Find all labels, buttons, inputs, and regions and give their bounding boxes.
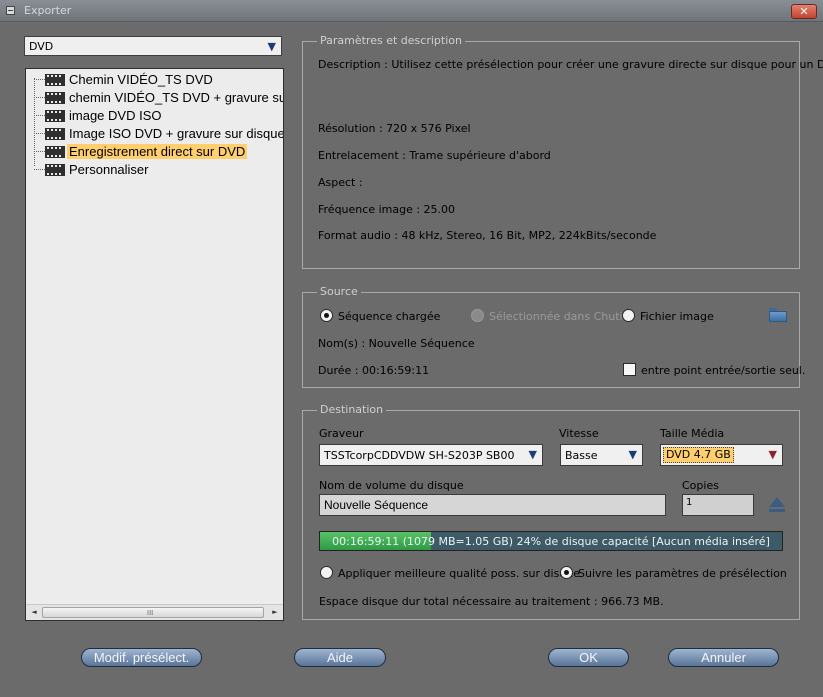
grip-icon: III (147, 609, 154, 617)
resolution-text: Résolution : 720 x 576 Pixel (318, 122, 471, 135)
in-out-only-label: entre point entrée/sortie seul. (641, 364, 806, 377)
radio-selected-in-bin[interactable] (471, 309, 484, 322)
chevron-down-icon: ▼ (768, 448, 777, 461)
film-strip-icon (45, 128, 65, 140)
progress-text: 00:16:59:11 (1079 MB=1.05 GB) 24% de dis… (332, 535, 770, 548)
help-button[interactable]: Aide (294, 648, 386, 667)
volume-name-input[interactable]: Nouvelle Séquence (319, 494, 666, 516)
radio-selected-in-bin-label: Sélectionnée dans Chutier (489, 310, 634, 323)
tree-item-label: Image ISO DVD + gravure sur disque (69, 126, 284, 141)
destination-legend: Destination (317, 403, 387, 416)
chevron-down-icon: ▼ (628, 448, 637, 461)
source-names-text: Nom(s) : Nouvelle Séquence (318, 337, 475, 350)
burner-value: TSSTcorpCDDVDW SH-S203P SB00 (324, 449, 515, 462)
copies-input[interactable]: 1 (682, 494, 754, 516)
tree-connector (34, 133, 45, 134)
source-group: Source Séquence chargée Sélectionnée dan… (302, 285, 805, 388)
title-bar: Exporter ✕ (0, 0, 823, 22)
preset-tree: Chemin VIDÉO_TS DVD chemin VIDÉO_TS DVD … (25, 68, 284, 621)
aspect-text: Aspect : (318, 176, 363, 189)
radio-best-quality-label: Appliquer meilleure qualité poss. sur di… (338, 567, 581, 580)
modify-preset-button[interactable]: Modif. présélect. (81, 648, 202, 667)
speed-dropdown[interactable]: Basse ▼ (560, 444, 643, 466)
source-legend: Source (317, 285, 361, 298)
scroll-left-icon[interactable]: ◄ (27, 606, 41, 619)
parameters-group: Paramètres et description Description : … (302, 34, 823, 269)
scroll-right-icon[interactable]: ► (268, 606, 282, 619)
system-menu-icon[interactable] (6, 6, 15, 15)
film-strip-icon (45, 74, 65, 86)
disc-capacity-progress: 00:16:59:11 (1079 MB=1.05 GB) 24% de dis… (319, 531, 783, 551)
tree-item-label: Chemin VIDÉO_TS DVD (69, 72, 213, 87)
audio-format-text: Format audio : 48 kHz, Stereo, 16 Bit, M… (318, 229, 657, 242)
film-strip-icon (45, 146, 65, 158)
ok-button[interactable]: OK (548, 648, 629, 667)
tree-connector (34, 97, 45, 98)
media-size-label: Taille Média (660, 427, 725, 440)
film-strip-icon (45, 164, 65, 176)
radio-image-file-label: Fichier image (640, 310, 714, 323)
radio-image-file[interactable] (622, 309, 635, 322)
radio-follow-preset[interactable] (560, 566, 573, 579)
source-duration-text: Durée : 00:16:59:11 (318, 364, 430, 377)
speed-value: Basse (565, 449, 598, 462)
speed-label: Vitesse (559, 427, 599, 440)
folder-icon[interactable] (769, 308, 787, 322)
interlacing-text: Entrelacement : Trame supérieure d'abord (318, 149, 551, 162)
radio-sequence-loaded[interactable] (320, 309, 333, 322)
tree-connector-line (34, 78, 35, 166)
tree-connector (34, 115, 45, 116)
tree-item-label: chemin VIDÉO_TS DVD + gravure sur disque (69, 90, 283, 105)
tree-item-label: image DVD ISO (69, 108, 162, 123)
destination-group: Destination Graveur TSSTcorpCDDVDW SH-S2… (302, 403, 800, 620)
preset-category-dropdown[interactable]: DVD ▼ (24, 36, 282, 56)
copies-value: 1 (686, 497, 693, 508)
tree-connector (34, 151, 45, 152)
close-button[interactable]: ✕ (791, 4, 817, 19)
chevron-down-icon: ▼ (267, 40, 276, 53)
media-size-dropdown[interactable]: DVD 4.7 GB ▼ (660, 444, 783, 466)
tree-item-label: Personnaliser (69, 162, 149, 177)
radio-best-quality[interactable] (320, 566, 333, 579)
parameters-legend: Paramètres et description (317, 34, 465, 47)
film-strip-icon (45, 110, 65, 122)
in-out-only-checkbox[interactable] (623, 363, 636, 376)
disk-space-text: Espace disque dur total nécessaire au tr… (319, 595, 664, 608)
media-size-value: DVD 4.7 GB (663, 447, 734, 463)
tree-connector (34, 169, 45, 170)
horizontal-scrollbar[interactable]: ◄ III ► (26, 604, 283, 620)
framerate-text: Fréquence image : 25.00 (318, 203, 456, 216)
tree-connector (34, 79, 45, 80)
window-title: Exporter (24, 4, 72, 17)
eject-icon[interactable] (768, 497, 786, 515)
burner-label: Graveur (319, 427, 364, 440)
volume-name-label: Nom de volume du disque (319, 479, 464, 492)
radio-follow-preset-label: Suivre les paramètres de présélection (578, 567, 787, 580)
burner-dropdown[interactable]: TSSTcorpCDDVDW SH-S203P SB00 ▼ (319, 444, 543, 466)
preset-category-value: DVD (29, 40, 54, 53)
scrollbar-thumb[interactable]: III (42, 607, 264, 618)
radio-sequence-loaded-label: Séquence chargée (338, 310, 441, 323)
chevron-down-icon: ▼ (528, 448, 537, 461)
film-strip-icon (45, 92, 65, 104)
description-text: Description : Utilisez cette présélectio… (318, 58, 823, 71)
cancel-button[interactable]: Annuler (668, 648, 779, 667)
volume-name-value: Nouvelle Séquence (324, 498, 429, 512)
copies-label: Copies (682, 479, 719, 492)
tree-item-label: Enregistrement direct sur DVD (67, 144, 248, 159)
